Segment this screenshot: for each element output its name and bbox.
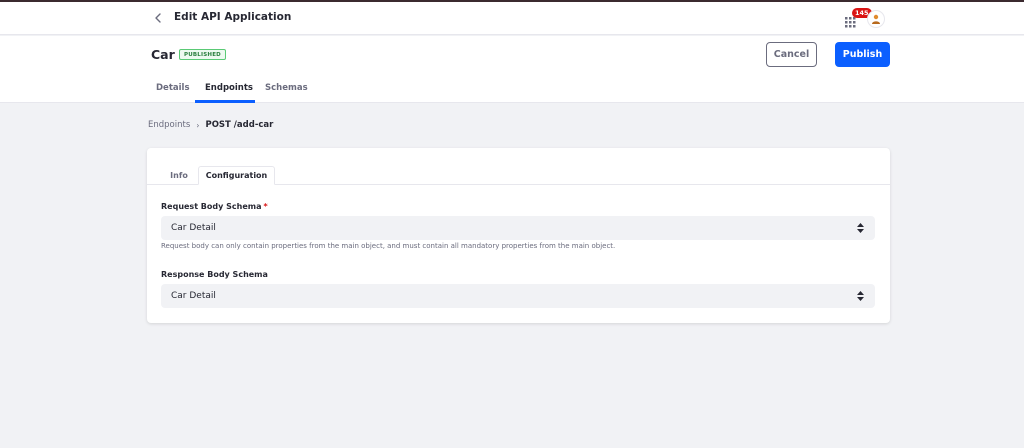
breadcrumb-chevron-icon: › (196, 120, 200, 130)
response-schema-value: Car Detail (171, 291, 216, 301)
response-schema-label: Response Body Schema (161, 270, 268, 279)
request-schema-select[interactable]: Car Detail (161, 216, 875, 240)
application-name: Car (151, 47, 175, 62)
status-badge: PUBLISHED (179, 49, 226, 60)
user-avatar-icon (872, 14, 880, 24)
chevron-left-icon (155, 13, 161, 23)
application-header: Car PUBLISHED Cancel Publish Details End… (0, 36, 1024, 103)
required-mark: * (263, 202, 268, 211)
tab-schemas[interactable]: Schemas (265, 83, 308, 103)
request-schema-label: Request Body Schema * (161, 202, 268, 211)
request-schema-value: Car Detail (171, 223, 216, 233)
publish-button[interactable]: Publish (835, 42, 890, 67)
tab-configuration[interactable]: Configuration (198, 166, 275, 185)
page-title: Edit API Application (174, 11, 292, 23)
tab-details[interactable]: Details (156, 83, 190, 103)
active-tab-indicator (195, 100, 255, 103)
request-schema-label-text: Request Body Schema (161, 202, 262, 211)
tab-info[interactable]: Info (161, 166, 197, 185)
back-button[interactable] (151, 11, 165, 25)
apps-grid-icon (845, 17, 856, 28)
cancel-button[interactable]: Cancel (766, 42, 817, 67)
select-arrows-icon (857, 291, 864, 301)
endpoint-card: Info Configuration Request Body Schema * … (147, 148, 890, 323)
top-bar: Edit API Application 145 (0, 2, 1024, 35)
select-arrows-icon (857, 223, 864, 233)
response-schema-select[interactable]: Car Detail (161, 284, 875, 308)
user-avatar-button[interactable] (867, 10, 885, 28)
breadcrumb-endpoints-link[interactable]: Endpoints (148, 120, 190, 130)
request-schema-help: Request body can only contain properties… (161, 242, 616, 250)
breadcrumb-current: POST /add-car (205, 120, 274, 130)
breadcrumb: Endpoints › POST /add-car (148, 120, 273, 130)
